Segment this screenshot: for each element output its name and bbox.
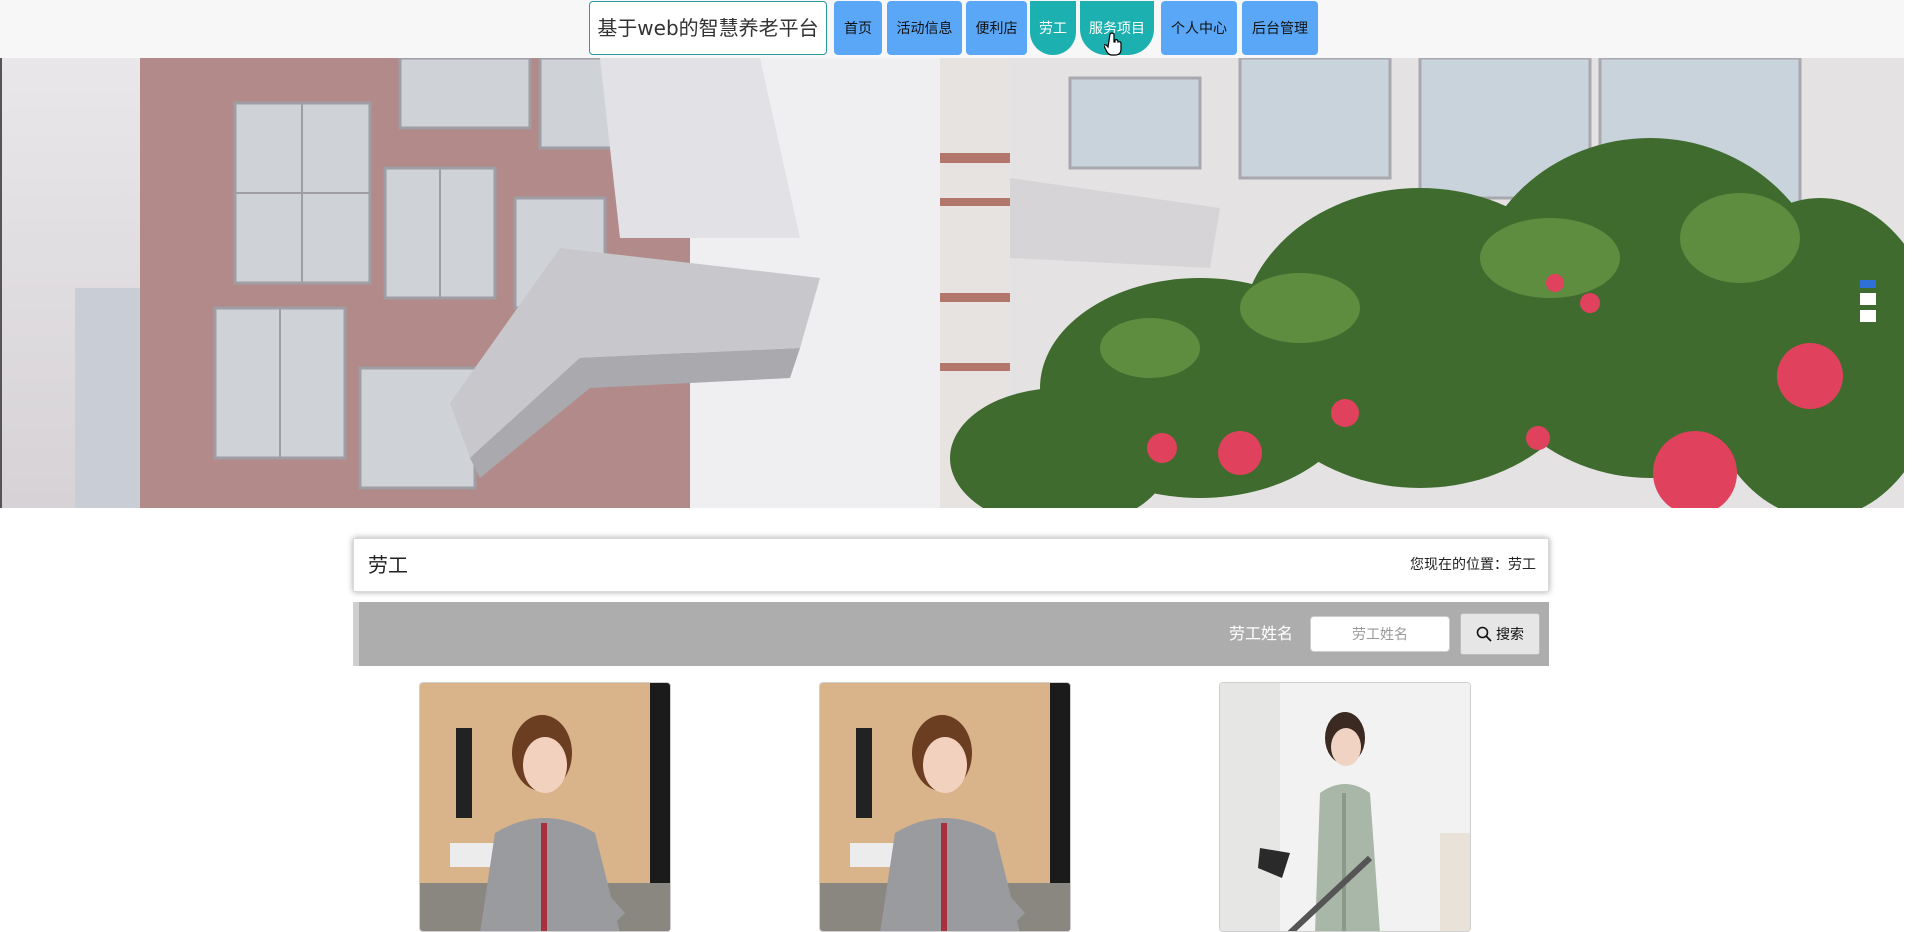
nav-workers[interactable]: 劳工 [1030,1,1076,55]
hero-banner [0,58,1904,508]
worker-card[interactable] [1219,682,1471,932]
search-bar: 劳工姓名 搜索 [353,602,1549,666]
hand-cursor-icon [1104,32,1122,56]
worker-card[interactable] [819,682,1071,932]
worker-card[interactable] [419,682,671,932]
page-header: 劳工 您现在的位置：劳工 [353,538,1549,592]
carousel-dot-1[interactable] [1860,280,1876,288]
nav-activity-info[interactable]: 活动信息 [887,1,962,55]
nav-personal-center[interactable]: 个人中心 [1161,1,1237,55]
worker-photo [1220,683,1470,931]
top-nav-bar: 基于web的智慧养老平台 首页 活动信息 便利店 劳工 服务项目 个人中心 后台… [0,0,1904,58]
worker-photo [420,683,670,931]
search-button[interactable]: 搜索 [1460,613,1540,655]
search-icon [1476,626,1492,642]
search-button-label: 搜索 [1496,627,1524,643]
site-brand-title[interactable]: 基于web的智慧养老平台 [589,1,827,55]
carousel-indicator [1860,280,1876,330]
page-title: 劳工 [368,553,408,577]
nav-admin[interactable]: 后台管理 [1242,1,1318,55]
nav-convenience-store[interactable]: 便利店 [966,1,1027,55]
nav-home[interactable]: 首页 [834,1,882,55]
carousel-dot-3[interactable] [1860,310,1876,322]
worker-name-label: 劳工姓名 [1229,624,1294,643]
worker-photo [820,683,1070,931]
breadcrumb: 您现在的位置：劳工 [1410,557,1536,573]
building-banner-image [0,58,1904,508]
worker-name-input[interactable] [1310,616,1450,652]
carousel-dot-2[interactable] [1860,293,1876,305]
